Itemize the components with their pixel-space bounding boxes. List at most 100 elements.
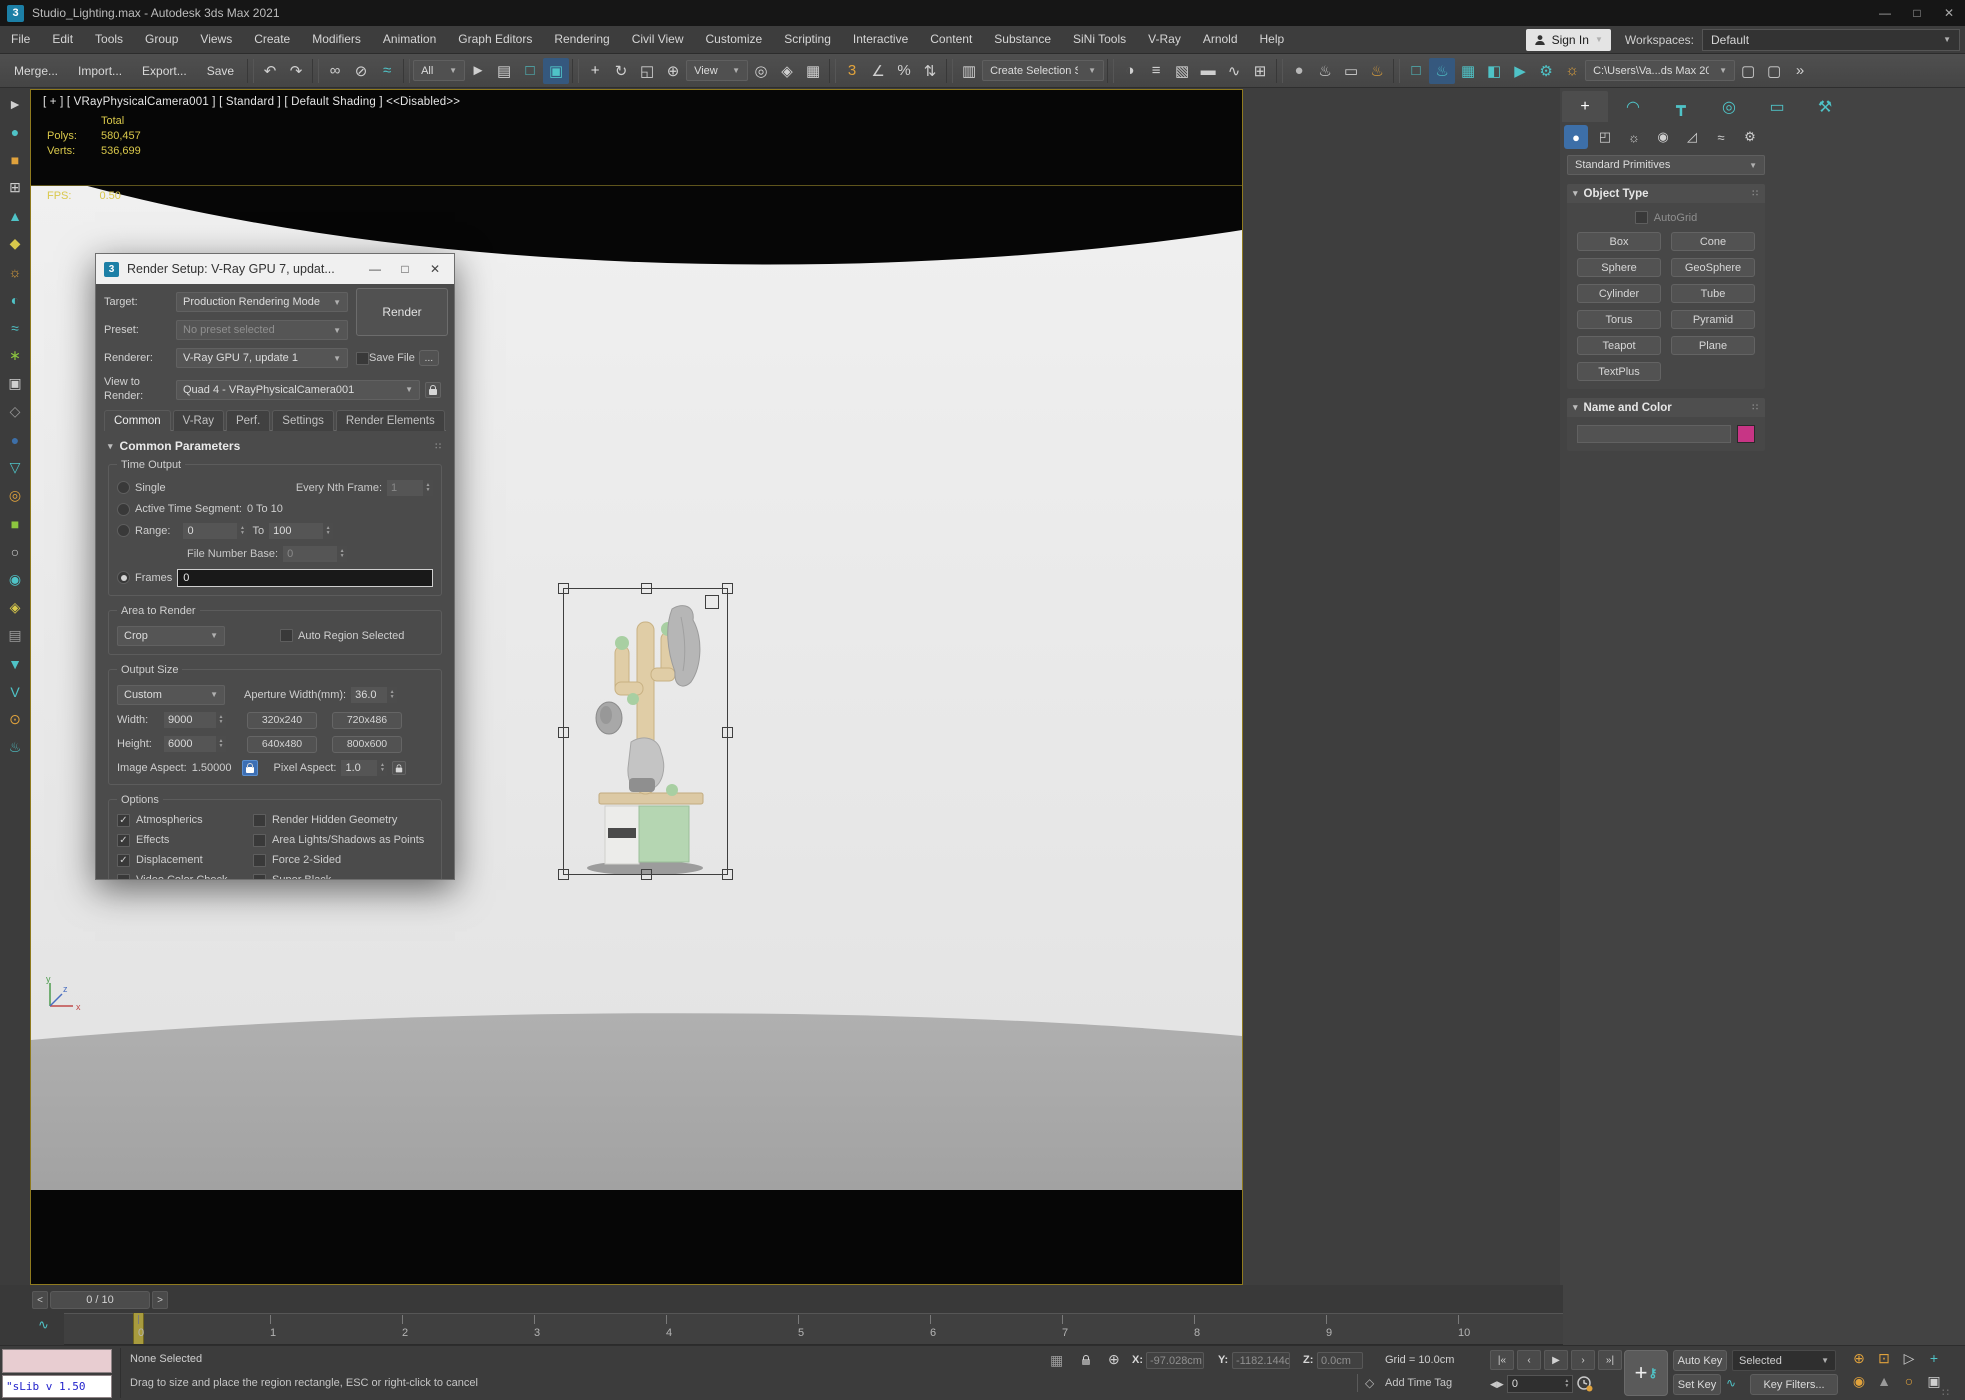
target-tool-icon[interactable]: ◎: [4, 485, 26, 506]
size-preset-720x486-button[interactable]: 720x486: [332, 712, 402, 729]
play-button[interactable]: ▶: [1544, 1350, 1568, 1370]
range-radio[interactable]: [117, 524, 130, 537]
option-checkbox[interactable]: [117, 874, 130, 880]
dialog-minimize-button[interactable]: —: [364, 262, 386, 276]
workspace-window-icon[interactable]: ▢: [1735, 58, 1761, 84]
select-link-icon[interactable]: ∞: [322, 58, 348, 84]
select-scale-icon[interactable]: ◱: [634, 58, 660, 84]
panel-tool-icon[interactable]: ▣: [4, 373, 26, 394]
cameras-icon[interactable]: ◉: [1651, 125, 1675, 149]
tab-vray[interactable]: V-Ray: [173, 410, 224, 431]
photometric-light-icon[interactable]: ☼: [1559, 58, 1585, 84]
geometry-icon[interactable]: ●: [1564, 125, 1588, 149]
nth-frame-spinner[interactable]: 1▲▼: [387, 480, 433, 496]
image-aspect-lock-button[interactable]: [242, 760, 258, 776]
render-setup-icon[interactable]: ♨: [1312, 58, 1338, 84]
systems-icon[interactable]: ⚙: [1738, 125, 1762, 149]
option-checkbox[interactable]: [117, 834, 130, 847]
green-box-tool-icon[interactable]: ■: [4, 513, 26, 534]
use-pivot-center-icon[interactable]: ◎: [748, 58, 774, 84]
option-checkbox[interactable]: [253, 874, 266, 880]
menu-item[interactable]: V-Ray: [1137, 32, 1192, 46]
primitive-button[interactable]: Cylinder: [1577, 284, 1661, 303]
menu-item[interactable]: Group: [134, 32, 189, 46]
wave-tool-icon[interactable]: ≈: [4, 317, 26, 338]
tri-down-tool-icon[interactable]: ▽: [4, 457, 26, 478]
current-frame-spinner[interactable]: 0▲▼: [1507, 1375, 1573, 1393]
viewport-label[interactable]: [ + ] [ VRayPhysicalCamera001 ] [ Standa…: [43, 96, 460, 108]
renderer-dropdown[interactable]: V-Ray GPU 7, update 1▼: [176, 348, 348, 368]
vray-ipr-icon[interactable]: ▶: [1507, 58, 1533, 84]
sini-sphere-tool-icon[interactable]: ●: [4, 121, 26, 142]
hierarchy-tab[interactable]: ┳: [1658, 91, 1704, 122]
fov-icon[interactable]: ▷: [1898, 1348, 1920, 1368]
preset-dropdown[interactable]: No preset selected▼: [176, 320, 348, 340]
category-dropdown[interactable]: Standard Primitives ▼: [1567, 155, 1765, 175]
vray-region-render-icon[interactable]: □: [1403, 58, 1429, 84]
set-keys-button[interactable]: +⚷: [1624, 1350, 1668, 1396]
menu-item[interactable]: Tools: [84, 32, 134, 46]
resize-grip[interactable]: ∷: [1942, 1386, 1950, 1399]
option-checkbox[interactable]: [253, 834, 266, 847]
next-frame-nav-button[interactable]: >: [152, 1291, 168, 1309]
key-mode-toggle-icon[interactable]: ◀▶: [1490, 1379, 1504, 1390]
align-icon[interactable]: ≡: [1143, 58, 1169, 84]
diamond-tool-icon[interactable]: ◇: [4, 401, 26, 422]
edit-selection-sets-icon[interactable]: ▥: [956, 58, 982, 84]
curve-editor-icon[interactable]: ∿: [1221, 58, 1247, 84]
pin-tool-icon[interactable]: ⊙: [4, 709, 26, 730]
modify-tab[interactable]: ◠: [1610, 91, 1656, 122]
mirror-icon[interactable]: ◑: [1117, 58, 1143, 84]
primitive-button[interactable]: Pyramid: [1671, 310, 1755, 329]
selection-lock-icon[interactable]: [1078, 1352, 1094, 1368]
maxscript-listener-pink[interactable]: [2, 1349, 112, 1373]
layer-manager-icon[interactable]: ▧: [1169, 58, 1195, 84]
teapot-tool-icon[interactable]: ♨: [4, 737, 26, 758]
tab-render-elements[interactable]: Render Elements: [336, 410, 445, 431]
save-file-browse-button[interactable]: ...: [419, 350, 439, 366]
region-handle[interactable]: [558, 583, 569, 594]
active-time-segment-radio[interactable]: [117, 503, 130, 516]
region-edit-grip[interactable]: [705, 595, 719, 609]
name-color-header[interactable]: ▾ Name and Color ∷: [1567, 398, 1765, 417]
pixel-aspect-lock-button[interactable]: [392, 761, 406, 775]
primitive-button[interactable]: Plane: [1671, 336, 1755, 355]
merge-button[interactable]: Merge...: [4, 54, 68, 88]
gem-tool-icon[interactable]: ◈: [4, 597, 26, 618]
menu-item[interactable]: SiNi Tools: [1062, 32, 1137, 46]
polygon-tool-icon[interactable]: ▲: [4, 205, 26, 226]
blue-sphere-tool-icon[interactable]: ●: [4, 429, 26, 450]
arrow-down-tool-icon[interactable]: ▼: [4, 653, 26, 674]
region-handle[interactable]: [722, 727, 733, 738]
file-number-base-spinner[interactable]: 0▲▼: [283, 546, 347, 562]
range-from-spinner[interactable]: 0▲▼: [183, 523, 247, 539]
maxscript-listener-input[interactable]: "sLib v 1.50: [2, 1375, 112, 1398]
auto-key-button[interactable]: Auto Key: [1673, 1350, 1727, 1371]
grid-array-tool-icon[interactable]: ⊞: [4, 177, 26, 198]
create-tab[interactable]: +: [1562, 91, 1608, 122]
save-button[interactable]: Save: [197, 54, 244, 88]
primitive-button[interactable]: Tube: [1671, 284, 1755, 303]
menu-item[interactable]: Customize: [695, 32, 774, 46]
object-type-header[interactable]: ▾ Object Type ∷: [1567, 184, 1765, 203]
pan-icon[interactable]: +: [1923, 1348, 1945, 1368]
region-handle[interactable]: [641, 869, 652, 880]
rect-selection-region-icon[interactable]: □: [517, 58, 543, 84]
menu-item[interactable]: Modifiers: [301, 32, 372, 46]
selection-filter-dropdown[interactable]: All▼: [413, 60, 465, 81]
menu-item[interactable]: Views: [189, 32, 243, 46]
key-filter-dropdown[interactable]: Selected ▼: [1732, 1350, 1836, 1371]
keyboard-override-icon[interactable]: ▦: [800, 58, 826, 84]
height-spinner[interactable]: 6000▲▼: [164, 736, 226, 752]
select-move-icon[interactable]: +: [582, 58, 608, 84]
next-frame-button[interactable]: ›: [1571, 1350, 1595, 1370]
undo-icon[interactable]: ↶: [257, 58, 283, 84]
target-dropdown[interactable]: Production Rendering Mode▼: [176, 292, 348, 312]
menu-item[interactable]: Civil View: [621, 32, 695, 46]
motion-tab[interactable]: ◎: [1706, 91, 1752, 122]
zoom-extents-icon[interactable]: ⊕: [1848, 1348, 1870, 1368]
key-steps-icon[interactable]: ∿: [1726, 1376, 1736, 1390]
angle-snap-icon[interactable]: ∠: [865, 58, 891, 84]
go-to-end-button[interactable]: »|: [1598, 1350, 1622, 1370]
aperture-spinner[interactable]: 36.0▲▼: [351, 687, 397, 703]
